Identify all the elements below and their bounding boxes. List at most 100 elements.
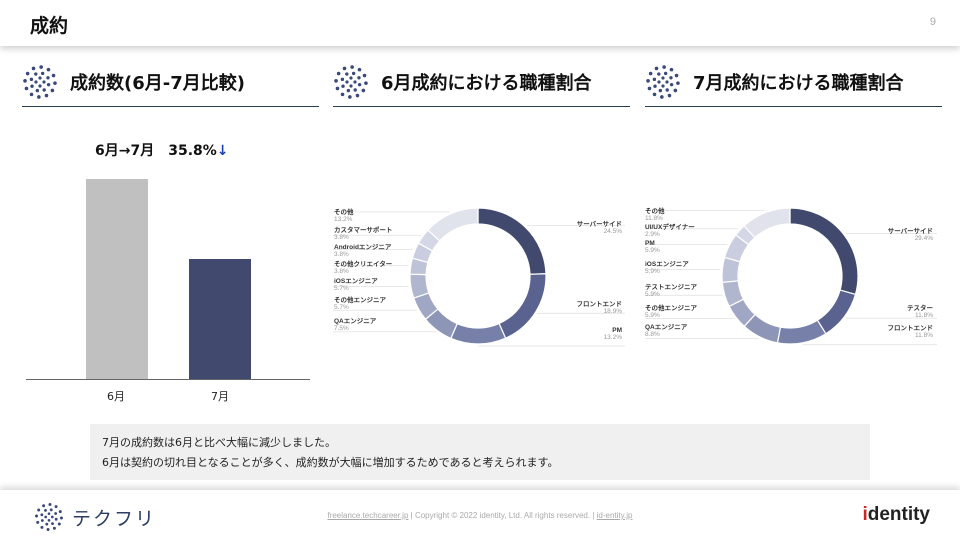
legend-label-july-other: その他 11.8% (645, 208, 665, 222)
logo-dot (50, 88, 55, 93)
logo-dot (657, 80, 661, 84)
donut-slice-9 (743, 207, 791, 239)
comparison-caption: 6月→7月 35.8%↓ (95, 140, 229, 160)
legend-label-june-creator: その他クリエイター 3.8% (334, 261, 393, 275)
legend-label-july-qa: QAエンジニア 8.8% (645, 324, 688, 338)
section-header-bar-comparison: 成約数(6月-7月比較) (22, 62, 319, 107)
bar-june (86, 179, 148, 379)
logo-dot (40, 71, 45, 76)
note-line-2: 6月は契約の切れ目となることが多く、成約数が大幅に増加するためであると考えられま… (102, 456, 559, 469)
logo-dot (653, 84, 657, 88)
logo-dot (31, 66, 36, 71)
legend-label-july-front: フロントエンド 11.8% (887, 325, 934, 339)
x-axis-line (26, 379, 310, 380)
logo-dot (361, 88, 366, 93)
legend-label-july-uiux: UI/UXデザイナー 2.9% (645, 224, 695, 238)
header-bar: 成約 9 (0, 0, 960, 46)
donut-slice-1 (498, 273, 547, 339)
page-number: 9 (929, 16, 936, 28)
logo-dot (669, 76, 673, 80)
logo-dot (667, 93, 672, 98)
legend-label-june-other: その他 13.2% (334, 209, 354, 223)
logo-dot (29, 92, 34, 97)
donut-slice-0 (477, 207, 547, 275)
legend-label-june-qa: QAエンジニア 7.5% (334, 318, 377, 332)
section-header-july-share: 7月成約における職種割合 (645, 62, 942, 107)
logo-dot (351, 71, 356, 76)
logo-dot (44, 93, 49, 98)
logo-dot (674, 73, 679, 78)
identity-link[interactable]: id-entity.jp (597, 511, 633, 520)
logo-dot (34, 80, 38, 84)
footer: テクフリ freelance.techcareer.jp | Copyright… (0, 490, 960, 540)
section-title: 6月成約における職種割合 (381, 73, 592, 94)
logo-dot (51, 522, 54, 526)
logo-dot (51, 73, 56, 78)
logo-dot (39, 65, 43, 69)
logo-dot (355, 93, 360, 98)
legend-label-june-support: カスタマーサポート 3.8% (334, 227, 393, 241)
legend-label-july-test-engineer: テストエンジニア 5.9% (645, 284, 697, 298)
logo-dot (42, 88, 46, 92)
footer-links: freelance.techcareer.jp | Copyright © 20… (327, 511, 633, 520)
logo-dot (334, 79, 338, 83)
logo-dot (42, 80, 46, 84)
x-tick-label-june: 6月 (107, 390, 125, 403)
page-title: 成約 (30, 15, 69, 37)
logo-dot (54, 505, 58, 509)
dots-logo-icon (334, 65, 368, 99)
logo-dot (662, 65, 666, 69)
logo-dot (350, 65, 354, 69)
logo-dot (345, 72, 349, 76)
legend-label-june-front: フロントエンド 18.9% (576, 301, 623, 315)
legend-label-july-other-engineer: その他エンジニア 5.9% (645, 305, 697, 319)
donut-slice-2 (450, 322, 507, 345)
logo-dot (346, 88, 351, 93)
logo-dot (45, 522, 49, 526)
logo-dot (57, 522, 61, 526)
logo-dot (364, 81, 368, 85)
logo-dot (34, 72, 38, 76)
logo-dot (661, 76, 665, 80)
section-title: 成約数(6月-7月比較) (70, 73, 245, 94)
logo-dot (669, 67, 674, 72)
logo-dot (652, 77, 657, 82)
donut-slice-2 (776, 319, 827, 345)
logo-dot (652, 92, 657, 97)
logo-dot (345, 80, 349, 84)
logo-dot (341, 84, 345, 88)
logo-dot (647, 86, 652, 91)
donut-chart-july (645, 207, 937, 346)
logo-dot (25, 71, 30, 76)
legend-label-july-ios: iOSエンジニア 5.9% (645, 261, 689, 275)
logo-dot (53, 81, 57, 85)
logo-dot (35, 88, 40, 93)
legend-label-july-tester: テスター 11.8% (907, 305, 933, 319)
legend-label-june-other-engineer: その他エンジニア 5.7% (334, 297, 386, 311)
logo-dot (648, 71, 653, 76)
logo-dot (36, 520, 40, 524)
logo-dot (658, 88, 663, 93)
logo-dot (336, 71, 341, 76)
logo-dot (657, 72, 661, 76)
dots-logo-icon (646, 65, 680, 99)
logo-dot (362, 73, 367, 78)
summary-note: 7月の成約数は6月と比べ大幅に減少しました。 6月は契約の切れ目となることが多く… (90, 424, 870, 480)
logo-dot (52, 526, 56, 530)
donut-slice-9 (427, 207, 479, 242)
logo-dot (661, 84, 665, 88)
down-arrow-icon: ↓ (216, 143, 229, 159)
logo-dot (48, 503, 52, 507)
techcareer-link[interactable]: freelance.techcareer.jp (327, 511, 408, 520)
logo-dot (357, 82, 362, 87)
logo-dot (676, 81, 680, 85)
logo-dot (357, 76, 361, 80)
logo-dot (669, 82, 674, 87)
logo-dot (357, 67, 362, 72)
bar-july (189, 259, 251, 379)
logo-dot (340, 77, 345, 82)
logo-dot (46, 82, 51, 87)
logo-dot (654, 66, 659, 71)
identity-logo: identity (862, 504, 930, 525)
logo-dot (663, 71, 668, 76)
